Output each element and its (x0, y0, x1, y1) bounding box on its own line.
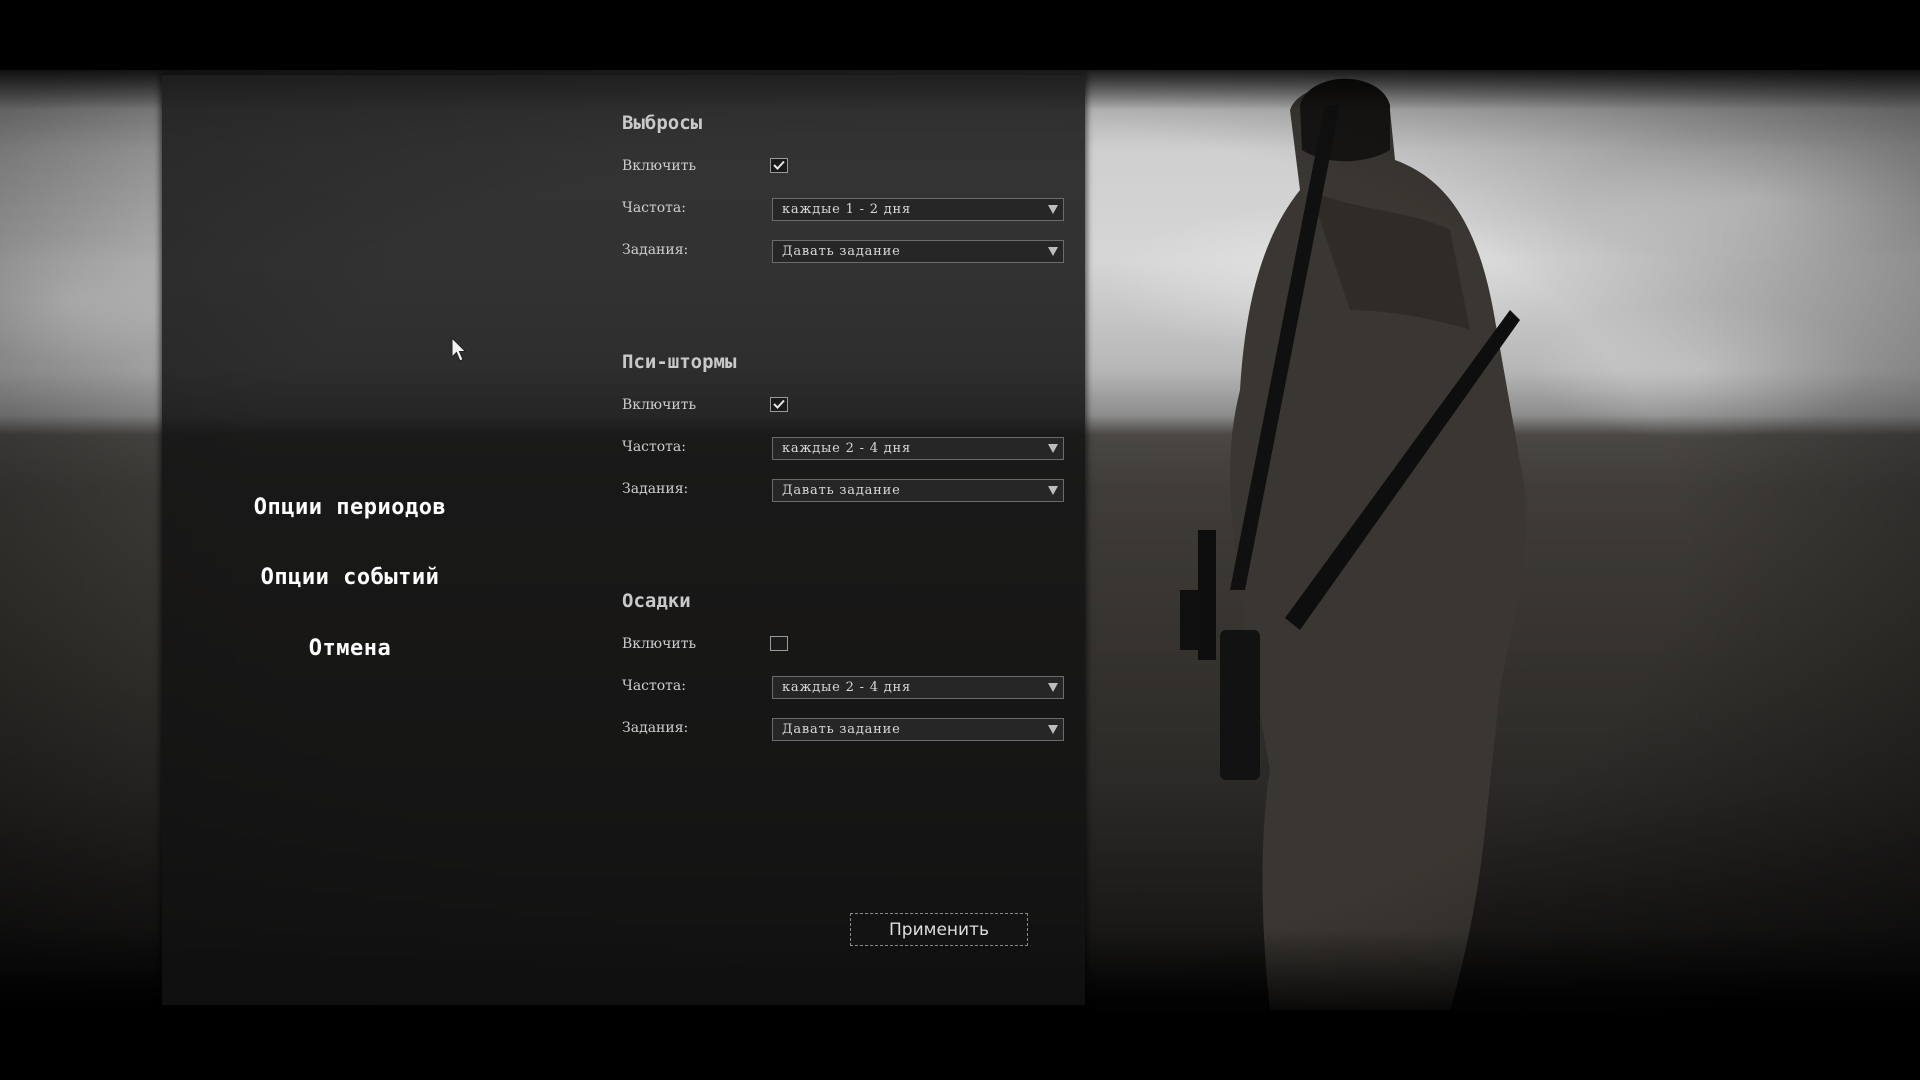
psi-storms-tasks-dropdown[interactable]: Давать задание (772, 479, 1064, 502)
checkmark-icon (773, 160, 785, 170)
psi-storms-frequency-dropdown[interactable]: каждые 2 - 4 дня (772, 437, 1064, 460)
chevron-down-icon (1048, 247, 1058, 256)
section-title-psi-storms: Пси-штормы (622, 351, 737, 373)
precipitation-frequency-dropdown[interactable]: каждые 2 - 4 дня (772, 676, 1064, 699)
chevron-down-icon (1048, 205, 1058, 214)
nav-event-options[interactable]: Опции событий (200, 565, 500, 590)
chevron-down-icon (1048, 486, 1058, 495)
enable-label: Включить (622, 397, 697, 413)
dropdown-value: каждые 1 - 2 дня (782, 202, 912, 217)
precipitation-tasks-dropdown[interactable]: Давать задание (772, 718, 1064, 741)
frequency-label: Частота: (622, 439, 686, 455)
game-menu-screen: Опции периодов Опции событий Отмена Выбр… (0, 0, 1920, 1080)
chevron-down-icon (1048, 683, 1058, 692)
nav-period-options[interactable]: Опции периодов (200, 495, 500, 520)
checkmark-icon (773, 399, 785, 409)
tasks-label: Задания: (622, 242, 689, 258)
dropdown-value: Давать задание (782, 722, 901, 737)
section-title-precipitation: Осадки (622, 590, 691, 612)
frequency-label: Частота: (622, 678, 686, 694)
dropdown-value: каждые 2 - 4 дня (782, 441, 912, 456)
dropdown-value: Давать задание (782, 244, 901, 259)
apply-button-label: Применить (889, 920, 989, 940)
apply-button[interactable]: Применить (850, 913, 1028, 946)
dropdown-value: каждые 2 - 4 дня (782, 680, 912, 695)
chevron-down-icon (1048, 444, 1058, 453)
psi-storms-enable-checkbox[interactable] (770, 397, 788, 412)
enable-label: Включить (622, 158, 697, 174)
mouse-cursor-icon (451, 337, 467, 362)
frequency-label: Частота: (622, 200, 686, 216)
precipitation-enable-checkbox[interactable] (770, 636, 788, 651)
section-title-emissions: Выбросы (622, 112, 703, 134)
tasks-label: Задания: (622, 720, 689, 736)
emissions-frequency-dropdown[interactable]: каждые 1 - 2 дня (772, 198, 1064, 221)
emissions-enable-checkbox[interactable] (770, 158, 788, 173)
nav-cancel[interactable]: Отмена (200, 636, 500, 661)
emissions-tasks-dropdown[interactable]: Давать задание (772, 240, 1064, 263)
chevron-down-icon (1048, 725, 1058, 734)
tasks-label: Задания: (622, 481, 689, 497)
dropdown-value: Давать задание (782, 483, 901, 498)
enable-label: Включить (622, 636, 697, 652)
